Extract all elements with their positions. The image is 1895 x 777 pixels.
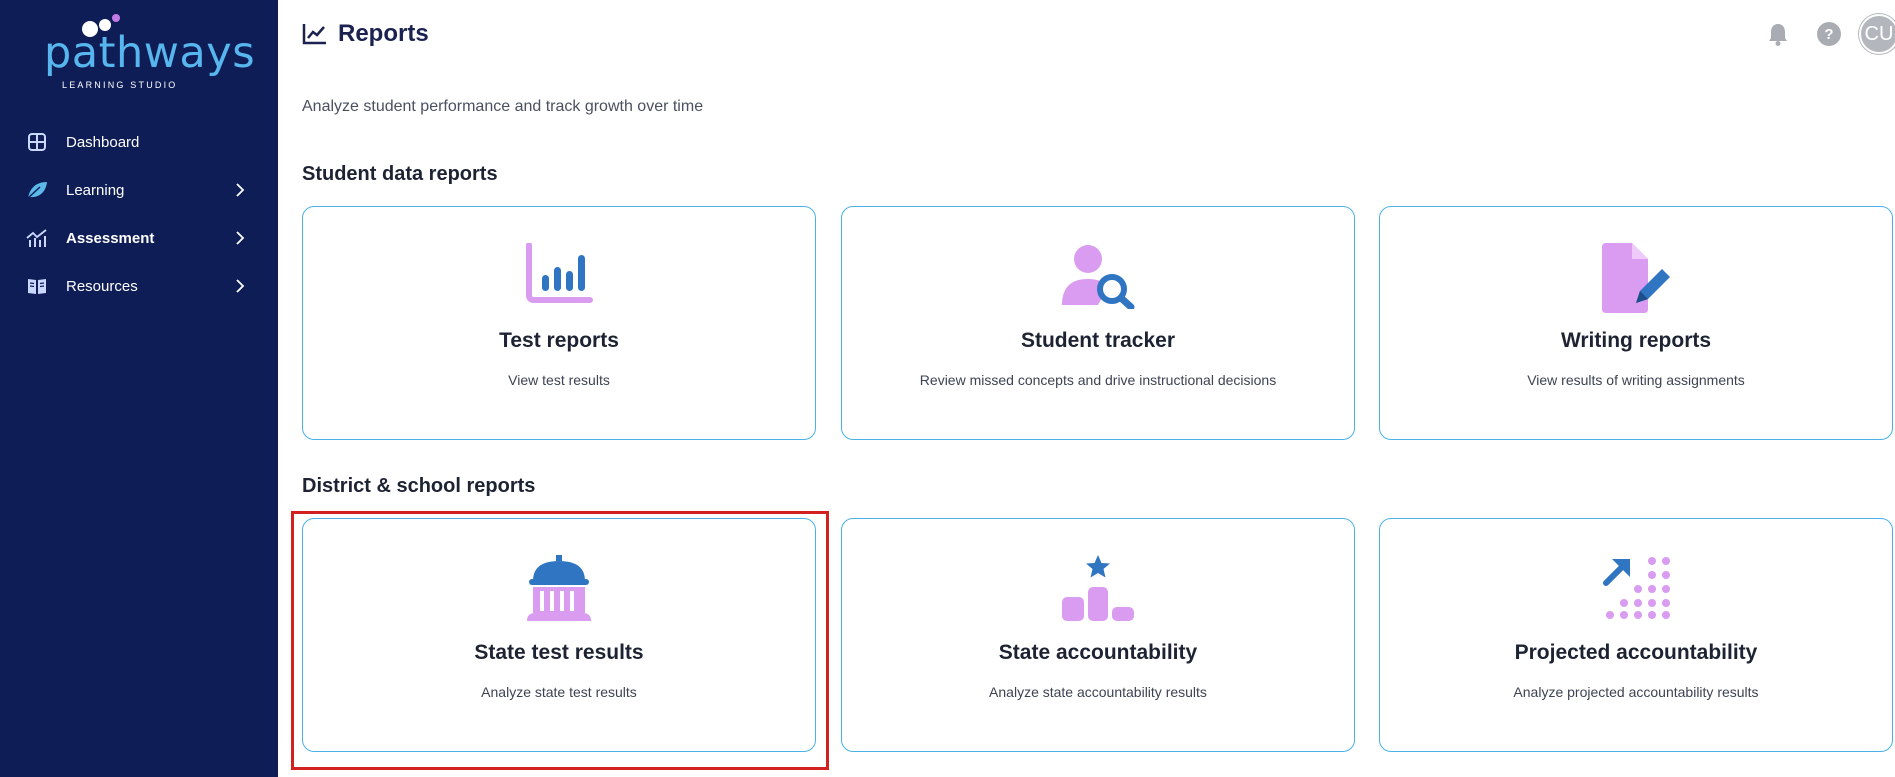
reports-chart-icon — [302, 24, 326, 45]
sidebar-item-assessment[interactable]: Assessment — [0, 214, 278, 262]
sidebar-item-dashboard[interactable]: Dashboard — [0, 118, 278, 166]
sidebar-item-learning[interactable]: Learning — [0, 166, 278, 214]
card-title: Student tracker — [1020, 329, 1176, 352]
card-title: Writing reports — [1560, 329, 1712, 352]
card-title: State accountability — [998, 641, 1198, 664]
card-description: Analyze projected accountability results — [1513, 684, 1759, 700]
sidebar-nav: Dashboard Learning Assessment Resources — [0, 118, 278, 310]
document-pen-icon — [1380, 243, 1892, 313]
sidebar-item-label: Dashboard — [66, 133, 140, 151]
help-button[interactable]: ? — [1817, 22, 1841, 46]
page-header: Reports — [302, 20, 429, 48]
writing-reports-card[interactable]: Writing reports View results of writing … — [1379, 206, 1893, 440]
selection-highlight — [291, 511, 829, 770]
sidebar-item-label: Resources — [66, 277, 138, 295]
bar-chart-icon — [303, 243, 815, 313]
card-description: View results of writing assignments — [1527, 372, 1745, 388]
chevron-right-icon — [236, 231, 245, 245]
student-search-icon — [842, 243, 1354, 313]
student-tracker-card[interactable]: Student tracker Review missed concepts a… — [841, 206, 1355, 440]
dashboard-grid-icon — [26, 131, 48, 153]
sidebar-item-label: Assessment — [66, 229, 155, 247]
card-description: Review missed concepts and drive instruc… — [919, 372, 1277, 388]
book-icon — [26, 275, 48, 297]
podium-star-icon — [842, 555, 1354, 625]
logo-text: pathways — [44, 28, 256, 78]
test-reports-card[interactable]: Test reports View test results — [302, 206, 816, 440]
sidebar-item-label: Learning — [66, 181, 125, 199]
page-subtitle: Analyze student performance and track gr… — [302, 98, 704, 115]
card-title: Projected accountability — [1514, 641, 1758, 664]
chevron-right-icon — [236, 279, 245, 293]
projection-dots-icon — [1380, 555, 1892, 625]
leaf-icon — [26, 179, 48, 201]
state-accountability-card[interactable]: State accountability Analyze state accou… — [841, 518, 1355, 752]
notifications-button[interactable] — [1763, 19, 1793, 49]
logo-subtext: LEARNING STUDIO — [62, 80, 178, 90]
page-title: Reports — [338, 20, 429, 47]
sidebar: pathways LEARNING STUDIO Dashboard Learn… — [0, 0, 278, 777]
district-school-reports-heading: District & school reports — [302, 475, 536, 497]
user-avatar[interactable]: CU — [1859, 14, 1895, 54]
chevron-right-icon — [236, 183, 245, 197]
student-data-reports-heading: Student data reports — [302, 163, 498, 185]
projected-accountability-card[interactable]: Projected accountability Analyze project… — [1379, 518, 1893, 752]
sidebar-item-resources[interactable]: Resources — [0, 262, 278, 310]
card-description: View test results — [508, 372, 610, 388]
header-actions: ? CU — [1763, 14, 1895, 54]
card-description: Analyze state accountability results — [989, 684, 1207, 700]
pathways-logo[interactable]: pathways LEARNING STUDIO — [44, 14, 255, 90]
card-title: Test reports — [499, 329, 619, 352]
bell-icon — [1769, 24, 1787, 46]
chart-icon — [26, 227, 48, 249]
